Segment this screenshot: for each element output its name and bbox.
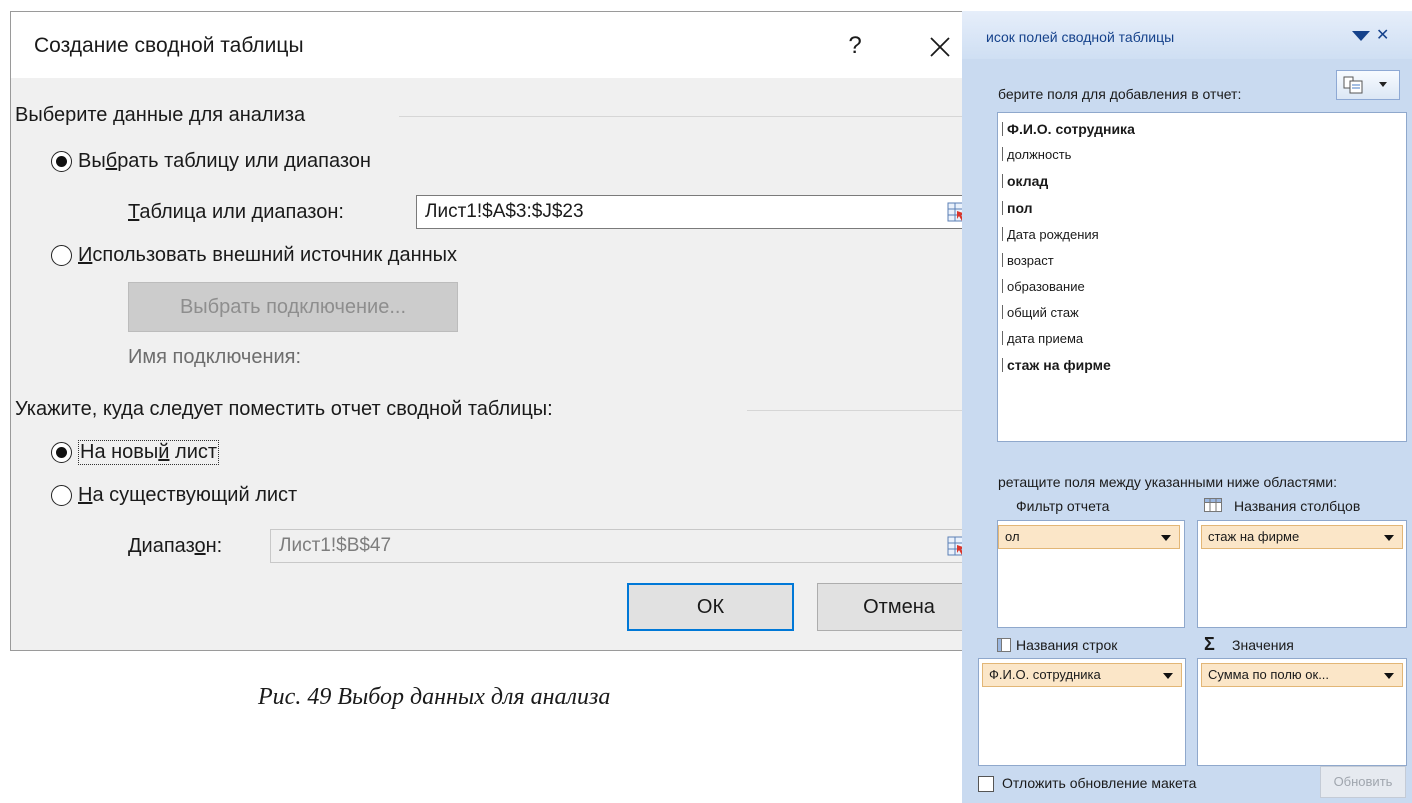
checkbox-icon [1002,122,1003,136]
checkbox-icon [1002,227,1003,241]
drag-fields-hint: ретащите поля между указанными ниже обла… [998,474,1337,490]
figure-caption: Рис. 49 Выбор данных для анализа [258,684,611,710]
report-filter-chip[interactable]: ол [998,525,1180,549]
row-labels-label: Названия строк [1016,637,1118,653]
radio-select-table-label: Выбрать таблицу или диапазон [78,150,371,172]
chevron-down-icon [1163,673,1173,679]
choose-fields-hint: берите поля для добавления в отчет: [998,86,1242,102]
radio-checked-icon [51,151,72,172]
section-data-title: Выберите данные для анализа [15,104,306,126]
field-item[interactable]: Ф.И.О. сотрудника [1002,121,1135,137]
checkbox-icon [1002,305,1003,319]
column-labels-label: Названия столбцов [1234,498,1361,514]
help-button[interactable]: ? [837,30,873,62]
radio-external-source[interactable]: Использовать внешний источник данных [51,244,457,267]
defer-update-label: Отложить обновление макета [1002,775,1197,791]
sigma-icon: Σ [1204,634,1215,654]
field-item[interactable]: Дата рождения [1002,227,1099,242]
chevron-down-icon [1384,673,1394,679]
field-list: Ф.И.О. сотрудника должность оклад пол Да… [997,112,1407,442]
dropdown-arrow-icon[interactable] [1352,31,1370,41]
chevron-down-icon [1161,535,1171,541]
column-labels-area[interactable]: стаж на фирме [1197,520,1407,628]
close-icon [930,37,950,57]
choose-connection-button[interactable]: Выбрать подключение... [128,282,458,332]
row-labels-icon [997,638,1011,652]
section-divider [747,410,985,411]
radio-external-source-label: Использовать внешний источник данных [78,244,458,266]
checkbox-icon [1002,331,1003,345]
checkbox-icon [1002,147,1003,161]
field-item[interactable]: дата приема [1002,331,1083,346]
field-item[interactable]: образование [1002,279,1085,294]
radio-existing-sheet-label: На существующий лист [78,484,298,506]
layout-icon [1343,76,1363,94]
values-label: Значения [1232,637,1294,653]
checkbox-icon [1002,279,1003,293]
field-item[interactable]: возраст [1002,253,1054,268]
radio-existing-sheet[interactable]: На существующий лист [51,484,297,507]
field-layout-button[interactable] [1336,70,1400,100]
values-chip[interactable]: Сумма по полю ок... [1201,663,1403,687]
section-location-title: Укажите, куда следует поместить отчет св… [15,398,553,420]
location-label: Диапазон: [128,535,223,557]
column-labels-icon [1204,498,1222,512]
section-divider [399,116,985,117]
range-label: Таблица или диапазон: [128,201,344,223]
range-input[interactable]: Лист1!$A$3:$J$23 [416,195,976,229]
defer-update-checkbox[interactable] [978,776,994,792]
radio-unchecked-icon [51,485,72,506]
create-pivot-dialog: Создание сводной таблицы ? Выберите данн… [10,11,988,651]
field-item[interactable]: пол [1002,200,1033,216]
checkbox-icon [1002,358,1003,372]
field-item[interactable]: должность [1002,147,1071,162]
column-labels-chip[interactable]: стаж на фирме [1201,525,1403,549]
close-button[interactable] [917,26,961,66]
field-item[interactable]: общий стаж [1002,305,1079,320]
connection-name-label: Имя подключения: [128,346,302,368]
report-filter-area[interactable]: ол [997,520,1185,628]
values-area[interactable]: Сумма по полю ок... [1197,658,1407,766]
radio-unchecked-icon [51,245,72,266]
radio-checked-icon [51,442,72,463]
radio-select-table[interactable]: Выбрать таблицу или диапазон [51,150,371,173]
row-labels-chip[interactable]: Ф.И.О. сотрудника [982,663,1182,687]
pane-titlebar: исок полей сводной таблицы ✕ [962,11,1412,59]
update-button[interactable]: Обновить [1320,766,1406,798]
radio-new-sheet[interactable]: На новый лист [51,440,220,465]
close-icon[interactable]: ✕ [1376,25,1389,45]
report-filter-label: Фильтр отчета [1016,498,1110,514]
checkbox-icon [1002,201,1003,215]
ok-button[interactable]: ОК [627,583,794,631]
field-item[interactable]: оклад [1002,173,1048,189]
chevron-down-icon [1379,82,1387,87]
chevron-down-icon [1384,535,1394,541]
cancel-button[interactable]: Отмена [817,583,981,631]
checkbox-icon [1002,253,1003,267]
location-input[interactable]: Лист1!$B$47 [270,529,976,563]
dialog-title: Создание сводной таблицы [34,34,304,57]
row-labels-area[interactable]: Ф.И.О. сотрудника [978,658,1186,766]
checkbox-icon [1002,174,1003,188]
dialog-titlebar: Создание сводной таблицы ? [11,12,987,78]
radio-new-sheet-label: На новый лист [78,440,220,465]
field-item[interactable]: стаж на фирме [1002,357,1111,373]
pane-title: исок полей сводной таблицы [986,29,1175,45]
